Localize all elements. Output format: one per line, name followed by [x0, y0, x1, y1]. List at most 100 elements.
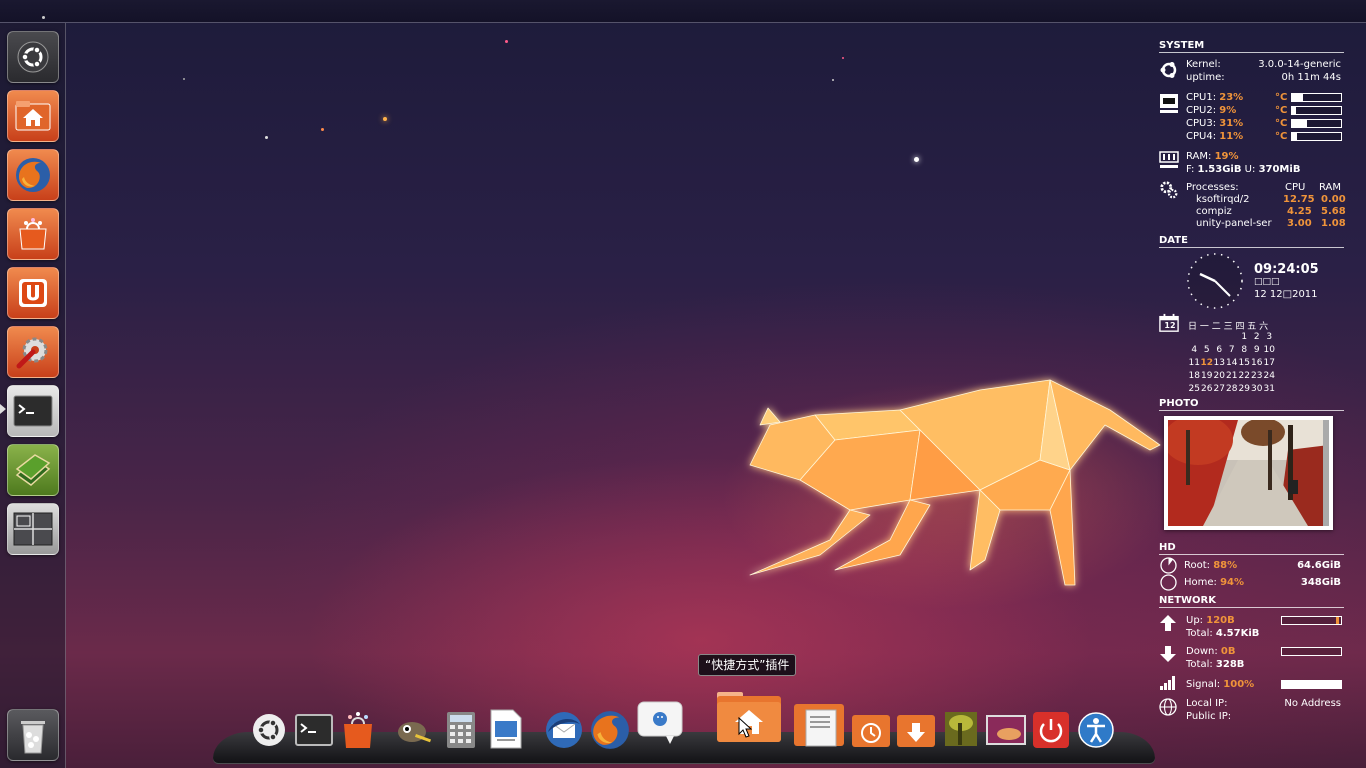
root-disk-size: 64.6GiB: [1297, 560, 1341, 571]
wallpaper-icon: [986, 715, 1026, 745]
dock-firefox[interactable]: [589, 709, 631, 751]
firefox-icon: [591, 711, 629, 749]
uptime-label: uptime:: [1186, 72, 1225, 83]
dock-wallpaper[interactable]: [985, 714, 1027, 746]
dock-impress[interactable]: [489, 709, 523, 749]
download-arrow-icon: [1160, 646, 1176, 662]
trash-icon: [21, 721, 45, 754]
launcher-firefox[interactable]: [7, 149, 59, 201]
ubuntu-logo-icon: [17, 41, 49, 73]
cpu4-row: CPU4: 11%: [1186, 131, 1244, 142]
terminal-icon: [295, 714, 333, 746]
calendar-day: 8: [1241, 345, 1248, 355]
cpu1-temp: °C: [1275, 92, 1288, 103]
signal-bar: [1281, 680, 1342, 689]
local-ip-label: Local IP:: [1186, 698, 1228, 709]
process-3-ram: 1.08: [1321, 218, 1346, 229]
processes-ram-header: RAM: [1319, 182, 1342, 193]
gears-icon: [1159, 180, 1179, 200]
cpu2-temp: °C: [1275, 105, 1288, 116]
shopping-bag-icon: [344, 712, 372, 748]
dock-empathy[interactable]: [636, 700, 684, 746]
launcher-home-folder[interactable]: [7, 90, 59, 142]
calendar-day: 10: [1263, 345, 1275, 355]
cpu3-row: CPU3: 31%: [1186, 118, 1244, 129]
documents-folder-icon: [794, 704, 844, 747]
calendar-week-row: 25 26 27 28 29 30 31: [1188, 383, 1283, 396]
process-2-name: compiz: [1196, 206, 1232, 217]
top-panel: [0, 0, 1366, 23]
launcher-dash-home[interactable]: [7, 31, 59, 83]
launcher-active-indicator: [0, 404, 6, 414]
launcher-trash[interactable]: [7, 709, 59, 761]
calendar-day: [1201, 331, 1214, 344]
public-ip-label: Public IP:: [1186, 711, 1232, 722]
dock-ubuntu-logo[interactable]: [251, 712, 287, 748]
cpu1-graph: [1291, 93, 1342, 102]
launcher-dictionary[interactable]: [7, 444, 59, 496]
cpu1-row: CPU1: 23%: [1186, 92, 1244, 103]
dock-downloads[interactable]: [896, 712, 936, 748]
calendar-day: 13: [1213, 358, 1225, 368]
dock-accessibility[interactable]: [1077, 711, 1115, 749]
kernel-value: 3.0.0-14-generic: [1258, 59, 1341, 70]
process-2-cpu: 4.25: [1287, 206, 1312, 217]
ubuntu-logo-icon: [253, 714, 285, 746]
calendar-week-row: 4 5 6 7 8 9 10: [1188, 344, 1283, 357]
calendar-day: 16: [1251, 358, 1263, 368]
calendar-day: 31: [1263, 384, 1275, 394]
analog-clock: [1187, 253, 1243, 309]
calculator-icon: [447, 712, 475, 748]
processes-label: Processes:: [1186, 182, 1239, 193]
globe-icon: [1159, 698, 1177, 716]
gimp-icon: [398, 722, 432, 743]
calendar-day: 28: [1226, 384, 1238, 394]
calendar-day: 21: [1226, 371, 1238, 381]
dock-terminal[interactable]: [295, 713, 333, 747]
calendar-day: 19: [1201, 371, 1213, 381]
calendar-day: 1: [1241, 332, 1248, 342]
calendar-day: [1226, 331, 1239, 344]
home-folder-icon: [15, 101, 51, 131]
cpu2-graph: [1291, 106, 1342, 115]
calendar-day: 25: [1188, 384, 1200, 394]
cpu3-graph: [1291, 119, 1342, 128]
dock-calculator[interactable]: [446, 711, 476, 749]
dock-pictures[interactable]: [944, 711, 978, 747]
process-1-name: ksoftirqd/2: [1196, 194, 1250, 205]
dock-documents[interactable]: [792, 700, 846, 748]
download-total-row: Total: 328B: [1186, 659, 1245, 670]
firefox-icon: [16, 158, 50, 192]
launcher-workspace-switcher[interactable]: [7, 503, 59, 555]
dock-backup[interactable]: [851, 712, 891, 748]
date-section-header: DATE: [1159, 235, 1344, 248]
process-1-ram: 0.00: [1321, 194, 1346, 205]
autumn-path-photo: [1168, 420, 1329, 526]
launcher-system-settings[interactable]: [7, 326, 59, 378]
calendar-day: 24: [1263, 371, 1275, 381]
calendar-day: 9: [1253, 345, 1260, 355]
network-section-header: NETWORK: [1159, 595, 1344, 608]
launcher-ubuntu-one[interactable]: [7, 267, 59, 319]
root-disk-pie-icon: [1160, 557, 1177, 574]
calendar-day: 15: [1238, 358, 1250, 368]
ubuntu-logo-icon: [1159, 60, 1179, 80]
clock-date: 12 12□2011: [1254, 289, 1318, 300]
launcher-software-center[interactable]: [7, 208, 59, 260]
calendar-day: 12: [1200, 358, 1214, 368]
cpu2-row: CPU2: 9%: [1186, 105, 1237, 116]
photo-section-header: PHOTO: [1159, 398, 1344, 411]
dock-software-center[interactable]: [340, 710, 376, 750]
signal-row: Signal: 100%: [1186, 679, 1255, 690]
mouse-pointer-icon: [738, 717, 752, 738]
dock-shutdown[interactable]: [1032, 711, 1070, 749]
dock-thunderbird[interactable]: [544, 710, 584, 750]
thunderbird-icon: [546, 712, 582, 748]
launcher-terminal[interactable]: [7, 385, 59, 437]
process-2-ram: 5.68: [1321, 206, 1346, 217]
dock-gimp[interactable]: [394, 714, 434, 748]
pictures-icon: [945, 712, 977, 746]
clock-weekday: □□□: [1254, 277, 1280, 287]
calendar-day: [1213, 331, 1226, 344]
calendar-day: 14: [1226, 358, 1238, 368]
